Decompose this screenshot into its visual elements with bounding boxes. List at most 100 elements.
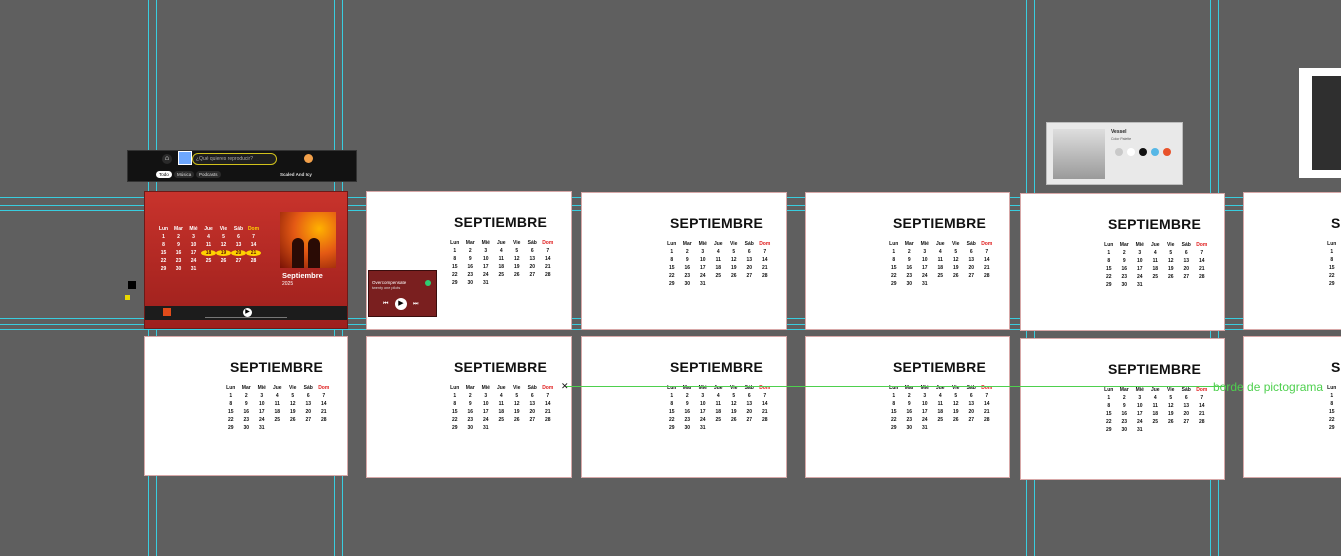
day-cell: 6 (969, 249, 973, 255)
day-cell: 13 (1183, 403, 1190, 409)
weekday-label: Mié (189, 226, 198, 232)
weekday-label: Lun (1327, 385, 1337, 391)
day-cell: 12 (730, 257, 737, 263)
color-swatch (1163, 148, 1171, 156)
day-cell: 12 (1167, 403, 1174, 409)
day-cell: 18 (715, 409, 722, 415)
day-cell: 26 (730, 417, 737, 423)
prev-icon[interactable]: ⏮ (383, 301, 388, 308)
day-cell: 27 (746, 417, 753, 423)
day-cell (933, 281, 949, 287)
day-cell: 29 (1328, 281, 1335, 287)
day-cell (525, 280, 541, 286)
avatar[interactable] (304, 154, 313, 163)
calendar-artboard[interactable]: SEPTIEMBRELunMarMiéJueVieSábDom123456789… (1244, 193, 1341, 329)
chip-music[interactable]: Música (174, 171, 195, 178)
day-cell: 2 (468, 393, 472, 399)
day-cell: 11 (937, 401, 943, 407)
day-cell (1148, 282, 1164, 288)
day-cell: 16 (1121, 411, 1128, 417)
day-cell: 27 (1183, 419, 1190, 425)
day-cell: 29 (1328, 425, 1335, 431)
mini-player[interactable]: Overcompensate twenty one pilots ⏮ ▶ ⏭ (368, 270, 437, 317)
music-player-topbar[interactable]: ⌂ ¿Qué quieres reproducir? Todo Música P… (127, 150, 357, 182)
day-cell: 13 (968, 401, 975, 407)
day-cell: 25 (498, 272, 505, 278)
weekday-label: Lun (667, 241, 677, 247)
calendar-artboard[interactable]: SEPTIEMBRELunMarMiéJueVieSábDom123456789… (367, 337, 571, 477)
play-button[interactable]: ▶ (243, 308, 252, 317)
day-cell: 29 (1105, 427, 1112, 433)
calendar-grid: LunMarMiéJueVieSábDom1234567891011121314… (223, 385, 332, 431)
search-input[interactable]: ¿Qué quieres reproducir? (192, 153, 277, 165)
weekday-label: Dom (1196, 242, 1208, 248)
day-cell: 23 (175, 258, 182, 264)
album-art (163, 308, 171, 316)
day-cell: 5 (222, 234, 225, 240)
chip-podcasts[interactable]: Podcasts (196, 171, 221, 178)
day-cell: 12 (952, 257, 959, 263)
day-cell: 19 (513, 409, 520, 415)
day-cell: 24 (190, 258, 197, 264)
day-cell: 1 (1330, 393, 1334, 399)
day-cell (711, 425, 727, 431)
day-cell: 5 (291, 393, 295, 399)
calendar-artboard[interactable]: SEPTIEMBRELunMarMiéJueVieSábDom123456789… (1021, 194, 1224, 330)
calendar-artboard[interactable]: SEPTIEMBRELunMarMiéJueVieSábDom123456789… (145, 337, 347, 475)
day-cell: 1 (670, 393, 674, 399)
day-cell: 30 (906, 425, 913, 431)
chip-all[interactable]: Todo (156, 171, 172, 178)
day-cell: 18 (1152, 266, 1159, 272)
day-cell: 3 (1138, 250, 1142, 256)
weekday-label: Mié (1135, 387, 1144, 393)
day-cell: 7 (1200, 395, 1204, 401)
day-cell (1163, 282, 1179, 288)
color-swatch (1139, 148, 1147, 156)
weekday-label: Mié (1135, 242, 1144, 248)
day-cell: 20 (529, 409, 536, 415)
day-cell: 3 (701, 393, 705, 399)
day-cell: 3 (923, 249, 927, 255)
day-cell: 19 (513, 264, 520, 270)
next-icon[interactable]: ⏭ (413, 301, 418, 308)
day-cell: 7 (985, 393, 989, 399)
progress-bar[interactable] (205, 317, 287, 318)
calendar-artboard[interactable]: SEPTIEMBRELunMarMiéJueVieSábDom123456789… (806, 337, 1009, 477)
weekday-label: Mié (698, 241, 707, 247)
weekday-label: Dom (247, 226, 260, 232)
day-cell: 5 (954, 249, 958, 255)
day-cell (316, 425, 332, 431)
home-icon[interactable]: ⌂ (162, 154, 172, 164)
day-cell: 5 (1169, 250, 1173, 256)
day-cell: 16 (467, 264, 474, 270)
day-cell: 1 (892, 393, 896, 399)
day-cell: 9 (907, 401, 911, 407)
day-cell: 15 (1328, 265, 1335, 271)
day-cell: 27 (968, 273, 975, 279)
day-cell (509, 425, 525, 431)
day-cell: 12 (220, 242, 227, 248)
calendar-title: SEPTIEMBRE (454, 214, 548, 230)
day-cell (948, 425, 964, 431)
calendar-grid: LunMarMiéJueVieSábDom1234567891011121314… (1324, 385, 1341, 431)
play-button[interactable]: ▶ (395, 298, 407, 310)
day-cell: 5 (515, 248, 519, 254)
day-cell: 19 (730, 409, 737, 415)
day-cell: 4 (499, 393, 503, 399)
calendar-artboard[interactable]: SEPTIEMBRELunMarMiéJueVieSábDom123456789… (1021, 339, 1224, 479)
calendar-artboard[interactable]: SEPTIEMBRELunMarMiéJueVieSábDom123456789… (582, 337, 786, 477)
day-cell: 30 (243, 425, 250, 431)
day-cell: 28 (1198, 274, 1205, 280)
calendar-artboard[interactable]: SEPTIEMBRELunMarMiéJueVieSábDom123456789… (1244, 337, 1341, 477)
day-cell (270, 425, 286, 431)
day-cell: 25 (937, 273, 944, 279)
day-cell: 2 (685, 249, 689, 255)
grid-icon[interactable] (178, 151, 192, 165)
calendar-artboard[interactable]: SEPTIEMBRELunMarMiéJueVieSábDom123456789… (806, 193, 1009, 329)
calendar-artboard[interactable]: SEPTIEMBRELunMarMiéJueVieSábDom123456789… (582, 193, 786, 329)
color-palette-card[interactable]: Vessel Color Palette (1046, 122, 1183, 185)
day-cell: 9 (1122, 403, 1126, 409)
day-cell: 9 (1122, 258, 1126, 264)
calendar-title: SEPTIEMBRE (893, 215, 987, 231)
music-player-footer[interactable]: ▶ (145, 306, 347, 320)
